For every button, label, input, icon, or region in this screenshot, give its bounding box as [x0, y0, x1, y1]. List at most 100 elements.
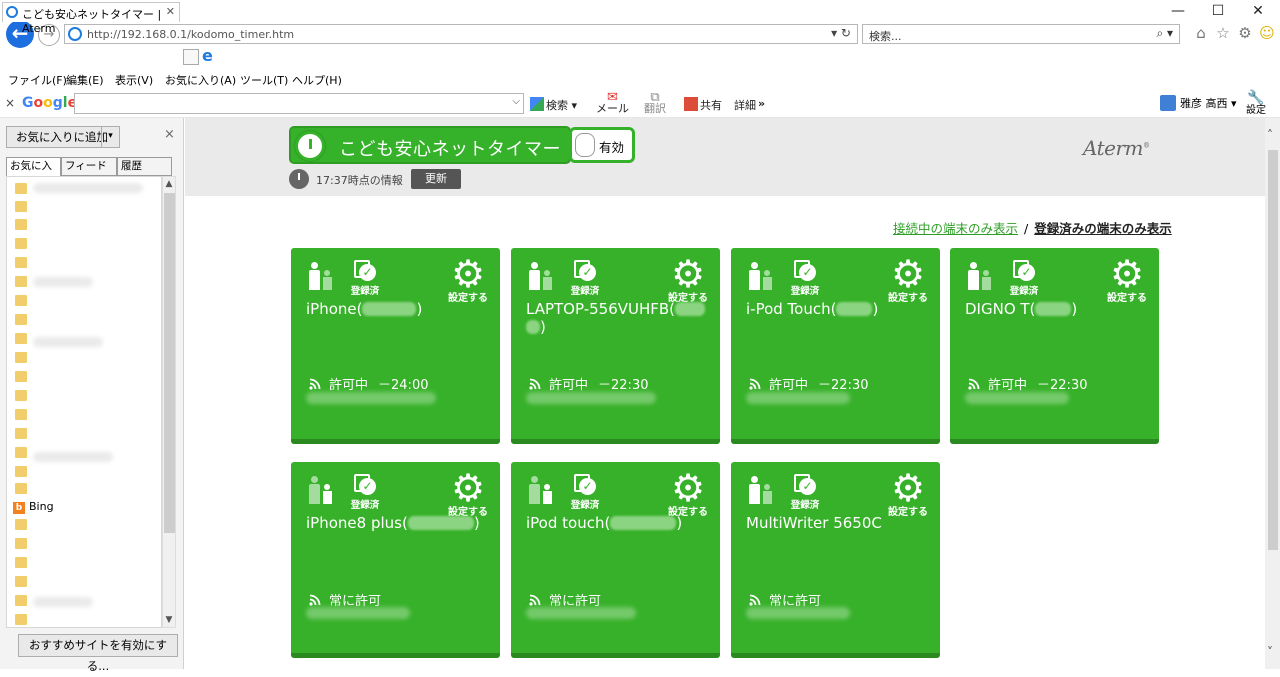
- folder-icon[interactable]: [15, 352, 27, 363]
- device-card[interactable]: ✓ 登録済 ⚙ 設定する DIGNO T() 許可中 －22:30: [950, 248, 1159, 444]
- device-settings-button[interactable]: ⚙ 設定する: [885, 255, 931, 306]
- folder-icon[interactable]: [15, 538, 27, 549]
- folder-icon[interactable]: [15, 466, 27, 477]
- favorites-tabs: お気に入り フィード 履歴: [6, 157, 172, 189]
- favorite-bing[interactable]: b Bing: [13, 500, 54, 514]
- tab-history[interactable]: 履歴: [117, 157, 172, 176]
- enable-suggested-sites-button[interactable]: おすすめサイトを有効にする...: [18, 634, 178, 673]
- google-search-button[interactable]: 検索 ▾: [530, 97, 577, 113]
- device-settings-button[interactable]: ⚙ 設定する: [885, 466, 931, 520]
- enable-toggle[interactable]: 有効: [569, 127, 635, 163]
- folder-icon[interactable]: [15, 295, 27, 306]
- tab-feeds[interactable]: フィード: [61, 157, 117, 176]
- folder-icon[interactable]: [15, 371, 27, 382]
- refresh-button[interactable]: 更新: [411, 169, 461, 189]
- add-to-favorites-button[interactable]: お気に入りに追加 ▾: [6, 126, 120, 148]
- folder-icon[interactable]: [15, 557, 27, 568]
- folder-icon[interactable]: [15, 314, 27, 325]
- tools-gear-icon[interactable]: ⚙: [1234, 24, 1256, 42]
- folder-icon[interactable]: [15, 447, 27, 458]
- device-settings-button[interactable]: ⚙ 設定する: [1104, 255, 1150, 306]
- share-button[interactable]: 共有: [684, 97, 722, 113]
- feedback-smiley-icon[interactable]: ☺: [1256, 24, 1278, 42]
- tab-close-icon[interactable]: ✕: [166, 5, 175, 18]
- folder-icon[interactable]: [15, 576, 27, 587]
- browser-tab[interactable]: こども安心ネットタイマー | Aterm ✕: [2, 2, 180, 35]
- ie-tab-icon: [6, 6, 18, 18]
- menu-file[interactable]: ファイル(F): [8, 72, 67, 88]
- menu-help[interactable]: ヘルプ(H): [292, 72, 342, 88]
- mail-button[interactable]: ✉ メール: [596, 91, 629, 114]
- filter-registered-link[interactable]: 登録済みの端末のみ表示: [1034, 221, 1172, 236]
- menu-edit[interactable]: 編集(E): [66, 72, 104, 88]
- device-settings-button[interactable]: ⚙ 設定する: [665, 255, 711, 306]
- new-tab-button[interactable]: [183, 49, 199, 65]
- folder-icon[interactable]: [15, 483, 27, 494]
- page-scroll-thumb[interactable]: [1268, 150, 1278, 550]
- menu-view[interactable]: 表示(V): [115, 72, 153, 88]
- google-user[interactable]: 雅彦 高西 ▾: [1160, 95, 1237, 111]
- google-settings-button[interactable]: 🔧 設定: [1246, 91, 1266, 116]
- tab-favorites[interactable]: お気に入り: [6, 157, 61, 189]
- browser-search-box[interactable]: 検索... ⌕ ▾: [862, 24, 1180, 44]
- device-name: i-Pod Touch(): [746, 300, 879, 318]
- gear-icon: ⚙: [890, 466, 926, 510]
- device-card[interactable]: ✓ 登録済 ⚙ 設定する iPod touch() 常に許可: [511, 462, 720, 658]
- folder-icon[interactable]: [15, 201, 27, 212]
- masked-text: [746, 607, 850, 619]
- edge-icon[interactable]: e: [202, 48, 218, 66]
- menu-favorites[interactable]: お気に入り(A): [165, 72, 236, 88]
- details-button[interactable]: 詳細: [734, 97, 756, 113]
- scroll-up-icon[interactable]: ▲: [163, 179, 175, 189]
- add-favorites-dropdown-icon[interactable]: ▾: [101, 126, 119, 148]
- minimize-button[interactable]: —: [1158, 2, 1198, 22]
- folder-icon[interactable]: [15, 409, 27, 420]
- google-dropdown-icon[interactable]: ⌵: [512, 96, 520, 107]
- device-card[interactable]: ✓ 登録済 ⚙ 設定する i-Pod Touch() 許可中 －22:30: [731, 248, 940, 444]
- favorites-scrollbar[interactable]: ▲ ▼: [162, 176, 176, 628]
- scroll-down-icon[interactable]: ˅: [1267, 645, 1273, 659]
- favorites-close-icon[interactable]: ×: [164, 127, 175, 142]
- folder-icon[interactable]: [15, 238, 27, 249]
- refresh-icon[interactable]: ▾ ↻: [831, 26, 851, 40]
- folder-icon[interactable]: [15, 595, 27, 606]
- filter-links: 接続中の端末のみ表示 / 登録済みの端末のみ表示: [893, 218, 1172, 237]
- search-icon[interactable]: ⌕ ▾: [1156, 26, 1173, 41]
- parent-child-icon: [968, 262, 994, 292]
- close-window-button[interactable]: ✕: [1238, 2, 1278, 22]
- device-card[interactable]: ✓ 登録済 ⚙ 設定する LAPTOP-556VUHFB() 許可中 －22:30: [511, 248, 720, 444]
- device-settings-button[interactable]: ⚙ 設定する: [665, 469, 711, 520]
- folder-icon[interactable]: [15, 390, 27, 401]
- folder-icon[interactable]: [15, 519, 27, 530]
- translate-button[interactable]: ⧉ 翻訳: [644, 91, 666, 114]
- folder-icon[interactable]: [15, 183, 27, 194]
- folder-icon[interactable]: [15, 276, 27, 287]
- favorites-star-icon[interactable]: ☆: [1212, 24, 1234, 42]
- device-name: iPhone8 plus(): [306, 514, 480, 532]
- filter-connected-link[interactable]: 接続中の端末のみ表示: [893, 221, 1018, 236]
- address-bar[interactable]: http://192.168.0.1/kodomo_timer.htm ▾ ↻: [64, 24, 858, 44]
- scroll-up-icon[interactable]: ˄: [1267, 128, 1273, 142]
- toggle-knob[interactable]: [575, 133, 595, 157]
- device-settings-button[interactable]: ⚙ 設定する: [445, 255, 491, 306]
- device-card[interactable]: ✓ 登録済 ⚙ 設定する iPhone() 許可中 －24:00: [291, 248, 500, 444]
- folder-icon[interactable]: [15, 219, 27, 230]
- google-toolbar-close-icon[interactable]: ×: [5, 96, 15, 110]
- folder-icon[interactable]: [15, 333, 27, 344]
- maximize-button[interactable]: ☐: [1198, 2, 1238, 22]
- folder-icon[interactable]: [15, 428, 27, 439]
- page-scrollbar[interactable]: ˄ ˅: [1265, 118, 1280, 669]
- google-search-input[interactable]: ⌵: [74, 93, 524, 114]
- home-icon[interactable]: ⌂: [1190, 24, 1212, 42]
- more-icon[interactable]: »: [758, 97, 765, 110]
- tab-title: こども安心ネットタイマー | Aterm: [22, 8, 162, 35]
- folder-icon[interactable]: [15, 257, 27, 268]
- menu-tools[interactable]: ツール(T): [240, 72, 288, 88]
- registered-badge: ✓ 登録済: [787, 260, 823, 297]
- favorites-scroll-thumb[interactable]: [164, 193, 175, 533]
- device-settings-button[interactable]: ⚙ 設定する: [445, 469, 491, 520]
- device-card[interactable]: ✓ 登録済 ⚙ 設定する iPhone8 plus() 常に許可: [291, 462, 500, 658]
- folder-icon[interactable]: [15, 614, 27, 625]
- device-card[interactable]: ✓ 登録済 ⚙ 設定する MultiWriter 5650C 常に許可: [731, 462, 940, 658]
- scroll-down-icon[interactable]: ▼: [163, 615, 175, 625]
